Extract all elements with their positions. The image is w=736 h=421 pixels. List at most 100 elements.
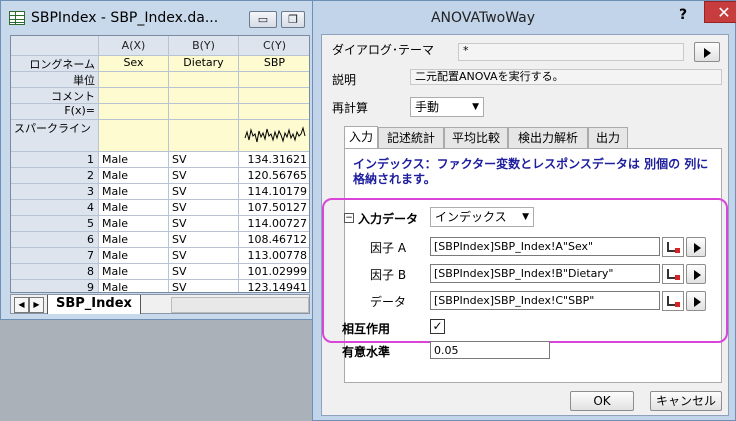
tab-scroll-left-icon[interactable]: ◀ [14,297,29,313]
comments-a[interactable] [99,88,169,104]
cell-a[interactable]: Male [99,152,169,168]
factor-b-field[interactable]: [SBPIndex]SBP_Index!B"Dietary" [430,264,660,283]
cell-b[interactable]: SV [169,184,239,200]
tab-descriptive-stats[interactable]: 記述統計 [378,127,444,149]
cell-b[interactable]: SV [169,232,239,248]
factor-a-label: 因子 A [370,241,407,255]
corner-cell[interactable] [11,36,99,56]
cell-b[interactable]: SV [169,280,239,292]
worksheet-grid[interactable]: A(X) B(Y) C(Y) ロングネーム Sex Dietary SBP 単位… [10,35,310,293]
tab-output[interactable]: 出力 [588,127,628,149]
cell-b[interactable]: SV [169,152,239,168]
cell-c[interactable]: 114.00727 [239,216,309,232]
sparkline-b[interactable] [169,120,239,152]
cell-c[interactable]: 107.50127 [239,200,309,216]
row-number[interactable]: 5 [11,216,99,232]
cell-b[interactable]: SV [169,168,239,184]
significance-label: 有意水準 [342,345,391,359]
longname-b[interactable]: Dietary [169,56,239,72]
collapse-icon[interactable]: − [344,213,354,223]
close-button[interactable]: ✕ [704,1,736,23]
row-number[interactable]: 1 [11,152,99,168]
row-number[interactable]: 7 [11,248,99,264]
longname-c[interactable]: SBP [239,56,309,72]
sparkline-a[interactable] [99,120,169,152]
cell-c[interactable]: 113.00778 [239,248,309,264]
row-number[interactable]: 2 [11,168,99,184]
minimize-button[interactable]: ▭ [249,11,277,28]
arrow-right-icon [687,238,707,258]
longname-a[interactable]: Sex [99,56,169,72]
cell-a[interactable]: Male [99,200,169,216]
row-number[interactable]: 6 [11,232,99,248]
cell-a[interactable]: Male [99,264,169,280]
factor-a-picker-icon[interactable] [662,237,684,257]
data-menu-button[interactable] [686,291,706,311]
cell-c[interactable]: 120.56765 [239,168,309,184]
cell-a[interactable]: Male [99,248,169,264]
input-data-value: インデックス [435,210,507,224]
cell-b[interactable]: SV [169,248,239,264]
dialog-title: ANOVATwoWay [430,10,536,26]
units-c[interactable] [239,72,309,88]
interaction-label: 相互作用 [342,322,391,336]
cell-c[interactable]: 134.31621 [239,152,309,168]
row-label-fx: F(x)= [11,104,99,120]
data-field[interactable]: [SBPIndex]SBP_Index!C"SBP" [430,291,660,310]
data-picker-icon[interactable] [662,291,684,311]
row-number[interactable]: 8 [11,264,99,280]
help-button[interactable]: ? [671,5,695,25]
column-header-c[interactable]: C(Y) [239,36,309,56]
ok-button[interactable]: OK [570,391,634,411]
units-b[interactable] [169,72,239,88]
theme-menu-button[interactable] [694,42,720,62]
data-label: データ [370,295,407,309]
cell-a[interactable]: Male [99,280,169,292]
row-number[interactable]: 3 [11,184,99,200]
sparkline-c[interactable] [239,120,309,152]
column-header-b[interactable]: B(Y) [169,36,239,56]
fx-c[interactable] [239,104,309,120]
cell-c[interactable]: 108.46712 [239,232,309,248]
factor-b-picker-icon[interactable] [662,264,684,284]
row-number[interactable]: 9 [11,280,99,292]
fx-b[interactable] [169,104,239,120]
input-data-select[interactable]: インデックス ▼ [430,207,534,227]
tab-power-analysis[interactable]: 検出力解析 [508,127,588,149]
factor-b-menu-button[interactable] [686,264,706,284]
cell-a[interactable]: Male [99,232,169,248]
fx-a[interactable] [99,104,169,120]
comments-c[interactable] [239,88,309,104]
row-number[interactable]: 4 [11,200,99,216]
cell-c[interactable]: 114.10179 [239,184,309,200]
tab-means-comparison[interactable]: 平均比較 [444,127,508,149]
cell-b[interactable]: SV [169,216,239,232]
column-header-a[interactable]: A(X) [99,36,169,56]
factor-a-menu-button[interactable] [686,237,706,257]
cell-a[interactable]: Male [99,168,169,184]
cell-c[interactable]: 101.02999 [239,264,309,280]
interaction-checkbox[interactable]: ✓ [430,319,445,334]
factor-a-field[interactable]: [SBPIndex]SBP_Index!A"Sex" [430,237,660,256]
dialog-titlebar[interactable]: ANOVATwoWay ? ✕ [313,1,736,33]
cell-a[interactable]: Male [99,216,169,232]
anova-dialog: ANOVATwoWay ? ✕ ダイアログ･テーマ * 説明 二元配置ANOVA… [312,0,736,421]
sheet-tab[interactable]: SBP_Index [47,295,141,314]
cell-b[interactable]: SV [169,264,239,280]
significance-field[interactable]: 0.05 [430,341,550,359]
cell-a[interactable]: Male [99,184,169,200]
recalc-select[interactable]: 手動 ▼ [410,97,484,117]
comments-b[interactable] [169,88,239,104]
cell-c[interactable]: 123.14941 [239,280,309,292]
theme-field[interactable]: * [458,43,684,61]
tab-input[interactable]: 入力 [344,126,378,150]
theme-label: ダイアログ･テーマ [332,43,435,57]
worksheet-titlebar[interactable]: SBPIndex - SBP_Index.da... ▭ ❐ [1,1,317,35]
restore-button[interactable]: ❐ [281,11,305,28]
cell-b[interactable]: SV [169,200,239,216]
horizontal-scrollbar[interactable] [171,297,309,313]
tab-scroll-right-icon[interactable]: ▶ [29,297,44,313]
units-a[interactable] [99,72,169,88]
factor-b-label: 因子 B [370,268,407,282]
cancel-button[interactable]: キャンセル [650,391,722,411]
